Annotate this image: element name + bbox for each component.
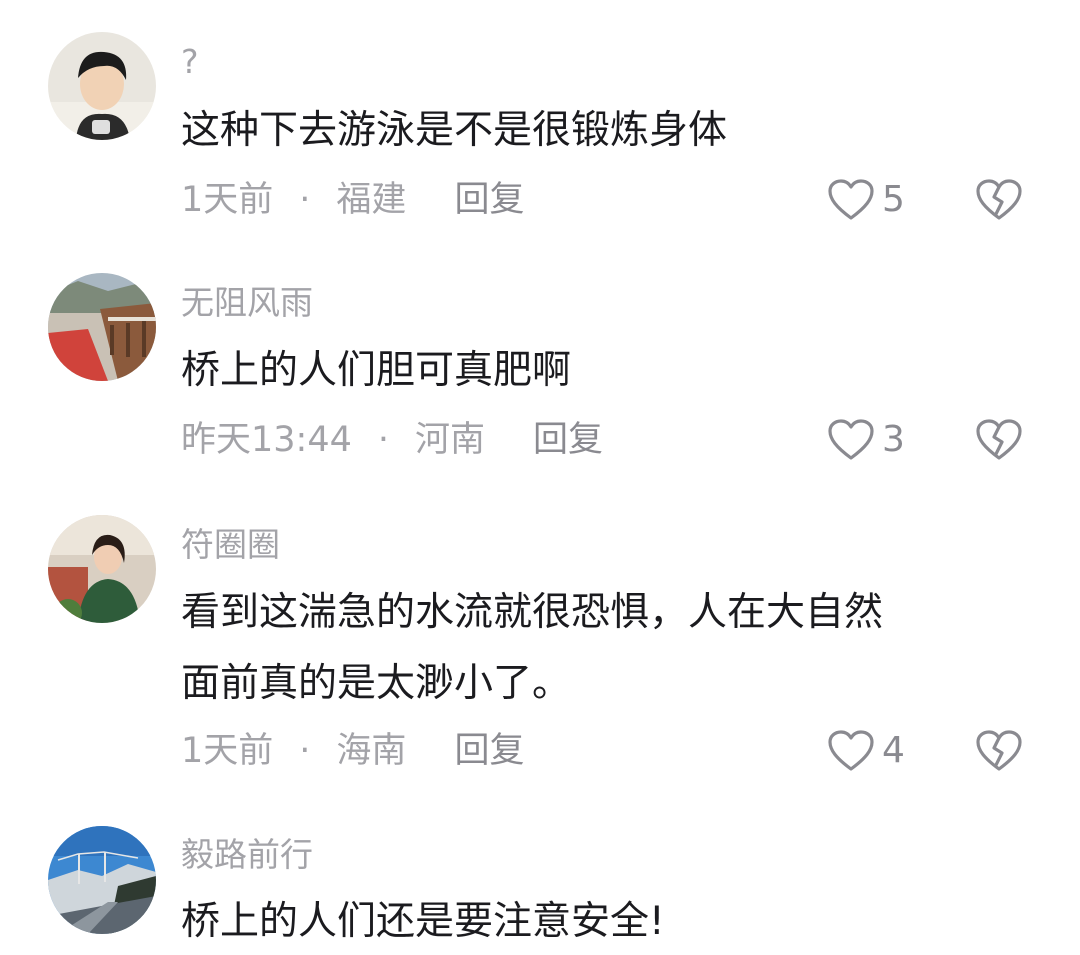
- avatar[interactable]: [48, 515, 156, 623]
- comment-text: 看到这湍急的水流就很恐惧，人在大自然: [181, 590, 884, 635]
- reply-button[interactable]: 回复: [454, 729, 524, 773]
- like-count: 3: [882, 419, 905, 460]
- like-button[interactable]: 3: [826, 418, 905, 462]
- reply-button[interactable]: 回复: [454, 178, 524, 222]
- meta-separator: ·: [377, 420, 390, 460]
- like-button[interactable]: 4: [826, 729, 905, 773]
- comment-time: 1天前: [181, 180, 274, 220]
- comment-text: 这种下去游泳是不是很锻炼身体: [181, 108, 728, 153]
- comment-meta: 1天前 · 福建 回复: [181, 178, 524, 222]
- comment-text: 桥上的人们还是要注意安全!: [181, 899, 665, 944]
- comment-text: 面前真的是太渺小了。: [181, 661, 572, 706]
- broken-heart-icon: [974, 729, 1024, 773]
- comment-meta: 昨天13:44 · 河南 回复: [181, 418, 603, 462]
- comment-location: 福建: [336, 180, 407, 220]
- dislike-button[interactable]: [974, 418, 1024, 462]
- comment-location: 海南: [336, 731, 407, 771]
- comment-time: 昨天13:44: [181, 420, 352, 460]
- like-button[interactable]: 5: [826, 178, 905, 222]
- avatar[interactable]: [48, 273, 156, 381]
- comment-username[interactable]: 无阻风雨: [181, 283, 313, 323]
- like-count: 4: [882, 730, 905, 771]
- comment-username[interactable]: ?: [181, 42, 199, 82]
- dislike-button[interactable]: [974, 729, 1024, 773]
- heart-outline-icon: [826, 178, 876, 222]
- meta-separator: ·: [299, 180, 311, 220]
- broken-heart-icon: [974, 178, 1024, 222]
- broken-heart-icon: [974, 418, 1024, 462]
- comment-username[interactable]: 符圈圈: [181, 525, 280, 565]
- comment-meta: 1天前 · 海南 回复: [181, 729, 524, 773]
- avatar[interactable]: [48, 826, 156, 934]
- comment-text: 桥上的人们胆可真肥啊: [181, 348, 572, 393]
- comment-username[interactable]: 毅路前行: [181, 835, 313, 875]
- heart-outline-icon: [826, 729, 876, 773]
- meta-separator: ·: [299, 731, 311, 771]
- comment-time: 1天前: [181, 731, 274, 771]
- dislike-button[interactable]: [974, 178, 1024, 222]
- heart-outline-icon: [826, 418, 876, 462]
- like-count: 5: [882, 179, 905, 220]
- avatar[interactable]: [48, 32, 156, 140]
- reply-button[interactable]: 回复: [533, 418, 603, 462]
- comment-location: 河南: [415, 420, 486, 460]
